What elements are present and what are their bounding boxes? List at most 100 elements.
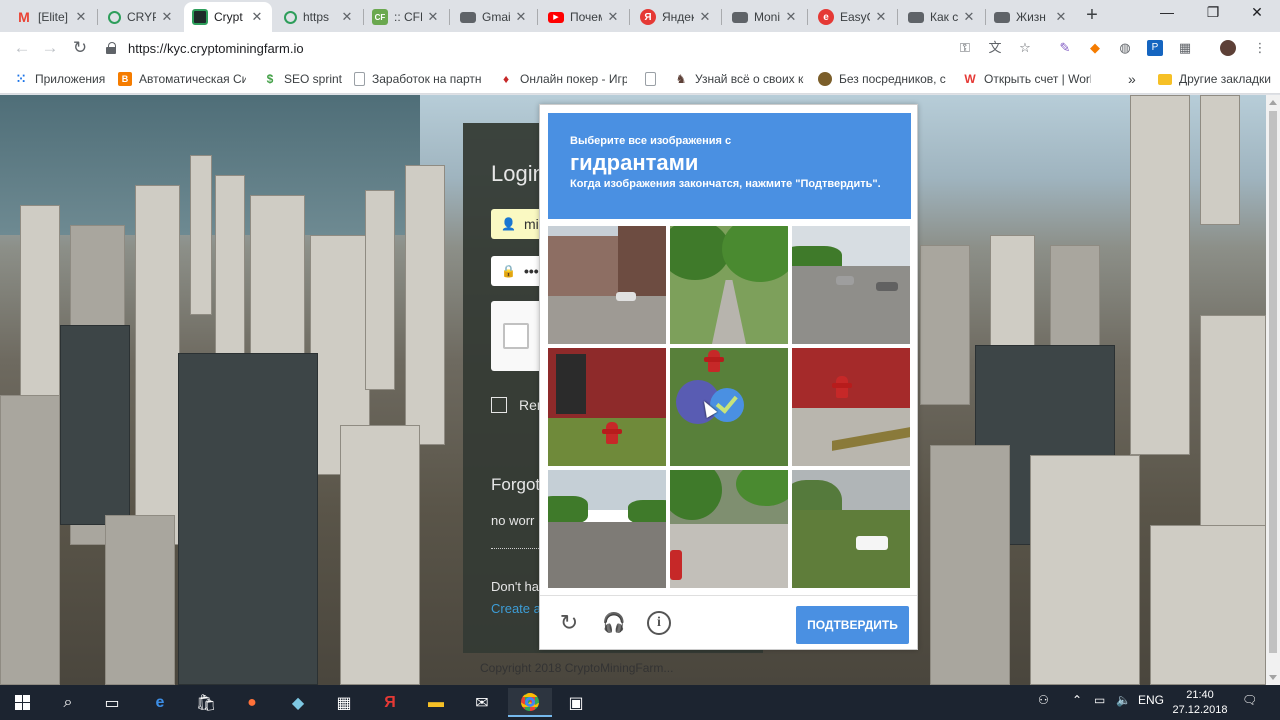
captcha-tile-2[interactable] bbox=[670, 226, 788, 344]
taskbar-app[interactable]: ◆ bbox=[276, 688, 320, 717]
network-icon[interactable]: ▭ bbox=[1094, 693, 1105, 707]
close-window-button[interactable]: ✕ bbox=[1234, 0, 1280, 26]
help-button[interactable]: i bbox=[646, 610, 672, 636]
taskbar-mail[interactable]: ✉ bbox=[460, 688, 504, 717]
bookmarks-overflow-button[interactable]: » bbox=[1128, 70, 1136, 88]
verify-button[interactable]: ПОДТВЕРДИТЬ bbox=[796, 606, 909, 644]
taskbar-explorer[interactable]: ▬ bbox=[414, 688, 458, 717]
bookmark-bez-posrednikov[interactable]: Без посредников, са bbox=[818, 70, 946, 88]
captcha-tile-8[interactable] bbox=[670, 470, 788, 588]
reload-challenge-button[interactable]: ↻ bbox=[556, 610, 582, 636]
tab-cfp[interactable]: CF :: CFP ✕ bbox=[364, 2, 448, 32]
new-tab-button[interactable]: + bbox=[1080, 4, 1104, 28]
close-icon[interactable]: ✕ bbox=[340, 9, 354, 25]
bookmark-seo-sprint[interactable]: $ SEO sprint bbox=[263, 70, 342, 88]
tab-gmail[interactable]: M [Elite] ✕ bbox=[8, 2, 96, 32]
apps-grid-icon: ⁙ bbox=[15, 72, 27, 86]
close-icon[interactable]: ✕ bbox=[698, 9, 712, 25]
extension-globe-icon[interactable]: ◍ bbox=[1117, 40, 1133, 56]
tab-gmail-folder[interactable]: Gmail ✕ bbox=[452, 2, 536, 32]
remember-checkbox[interactable] bbox=[491, 397, 507, 413]
tab-https[interactable]: https ✕ bbox=[276, 2, 362, 32]
scroll-down-icon[interactable] bbox=[1269, 675, 1277, 680]
captcha-tile-9[interactable] bbox=[792, 470, 910, 588]
tab-youtube[interactable]: ▶ Почему ✕ bbox=[540, 2, 628, 32]
create-account-link[interactable]: Create a bbox=[491, 601, 541, 616]
youtube-icon: ▶ bbox=[548, 11, 564, 23]
captcha-image-grid bbox=[548, 226, 911, 589]
close-icon[interactable]: ✕ bbox=[1054, 9, 1068, 25]
close-icon[interactable]: ✕ bbox=[784, 9, 798, 25]
back-button[interactable]: ← bbox=[10, 36, 34, 60]
captcha-tile-6[interactable] bbox=[792, 348, 910, 466]
restore-button[interactable]: ❐ bbox=[1190, 0, 1236, 26]
close-icon[interactable]: ✕ bbox=[250, 9, 264, 25]
minimize-button[interactable]: — bbox=[1144, 0, 1190, 26]
close-icon[interactable]: ✕ bbox=[160, 9, 174, 25]
close-icon[interactable]: ✕ bbox=[874, 9, 888, 25]
close-icon[interactable]: ✕ bbox=[606, 9, 620, 25]
audio-challenge-button[interactable]: 🎧 bbox=[601, 610, 627, 636]
cryptominingfarm-icon bbox=[192, 9, 208, 25]
captcha-tile-4[interactable] bbox=[548, 348, 666, 466]
close-icon[interactable]: ✕ bbox=[962, 9, 976, 25]
bookmark-zarabotok[interactable]: Заработок на партнё bbox=[354, 70, 482, 88]
tab-easy[interactable]: e EasyC ✕ bbox=[810, 2, 896, 32]
translate-icon[interactable]: 文 bbox=[987, 40, 1003, 56]
close-icon[interactable]: ✕ bbox=[74, 9, 88, 25]
taskbar-firefox[interactable]: ● bbox=[230, 688, 274, 717]
scroll-up-icon[interactable] bbox=[1269, 100, 1277, 105]
copyright-text: Copyright 2018 CryptoMiningFarm... bbox=[480, 661, 674, 675]
bookmark-apps[interactable]: ⁙ Приложения bbox=[14, 70, 105, 88]
bookmark-poker[interactable]: ♦ Онлайн покер - Игр bbox=[499, 70, 627, 88]
extension-feather-icon[interactable]: ✎ bbox=[1057, 40, 1073, 56]
tab-zhizn[interactable]: Жизн ✕ bbox=[986, 2, 1076, 32]
tab-cryptominingfarm[interactable]: Crypt ✕ bbox=[184, 2, 272, 32]
close-icon[interactable]: ✕ bbox=[426, 9, 440, 25]
notifications-icon[interactable]: 🗨 bbox=[1242, 693, 1257, 707]
search-icon: ⌕ bbox=[63, 693, 73, 711]
taskbar-yandex-browser[interactable]: Я bbox=[368, 688, 412, 717]
bookmark-page[interactable] bbox=[645, 70, 663, 88]
taskbar-store[interactable]: 🛍 bbox=[184, 688, 228, 717]
captcha-tile-1[interactable] bbox=[548, 226, 666, 344]
start-button[interactable] bbox=[0, 688, 44, 717]
bookmark-automatic[interactable]: B Автоматическая Сис bbox=[118, 70, 246, 88]
taskbar-chrome[interactable] bbox=[508, 688, 552, 717]
taskbar-calculator[interactable]: ▦ bbox=[322, 688, 366, 717]
chevron-up-icon[interactable]: ⌃ bbox=[1072, 693, 1082, 707]
page-scrollbar[interactable] bbox=[1266, 95, 1280, 685]
scroll-thumb[interactable] bbox=[1269, 111, 1277, 653]
reload-button[interactable]: ↻ bbox=[68, 36, 92, 60]
key-icon[interactable]: ⚿ bbox=[957, 40, 973, 56]
tab-yandex[interactable]: Я Яндекс ✕ bbox=[632, 2, 720, 32]
clock[interactable]: 21:40 27.12.2018 bbox=[1172, 688, 1228, 718]
star-icon[interactable]: ☆ bbox=[1017, 40, 1033, 56]
tab-moni[interactable]: Moni ✕ bbox=[724, 2, 806, 32]
volume-icon[interactable]: 🔈 bbox=[1116, 693, 1131, 707]
captcha-tile-7[interactable] bbox=[548, 470, 666, 588]
taskbar-edge[interactable]: e bbox=[138, 688, 182, 717]
tab-cryp[interactable]: CRYP ✕ bbox=[100, 2, 182, 32]
people-icon[interactable]: ⚇ bbox=[1038, 693, 1049, 707]
globe-icon bbox=[818, 72, 832, 86]
other-bookmarks[interactable]: Другие закладки bbox=[1158, 70, 1271, 88]
qr-code-icon[interactable]: ▦ bbox=[1177, 40, 1193, 56]
tab-kak[interactable]: Как с ✕ bbox=[900, 2, 984, 32]
avatar[interactable] bbox=[1220, 40, 1236, 56]
extension-fox-icon[interactable]: ◆ bbox=[1087, 40, 1103, 56]
captcha-tile-5[interactable] bbox=[670, 348, 788, 466]
forward-button[interactable]: → bbox=[38, 36, 62, 60]
bookmark-worl[interactable]: W Открыть счет | Worl bbox=[963, 70, 1091, 88]
captcha-tile-3[interactable] bbox=[792, 226, 910, 344]
search-button[interactable]: ⌕ bbox=[46, 688, 90, 717]
taskbar-app-2[interactable]: ▣ bbox=[554, 688, 598, 717]
bookmark-uznai[interactable]: ♞ Узнай всё о своих кс bbox=[674, 70, 804, 88]
close-icon[interactable]: ✕ bbox=[514, 9, 528, 25]
task-view-button[interactable]: ▭ bbox=[90, 688, 134, 717]
menu-icon[interactable]: ⋮ bbox=[1252, 40, 1268, 56]
address-bar[interactable]: https://kyc.cryptominingfarm.io bbox=[106, 36, 1040, 60]
extension-p-icon[interactable]: P bbox=[1147, 40, 1163, 56]
language-indicator[interactable]: ENG bbox=[1138, 693, 1164, 707]
recaptcha-checkbox[interactable] bbox=[503, 323, 529, 349]
